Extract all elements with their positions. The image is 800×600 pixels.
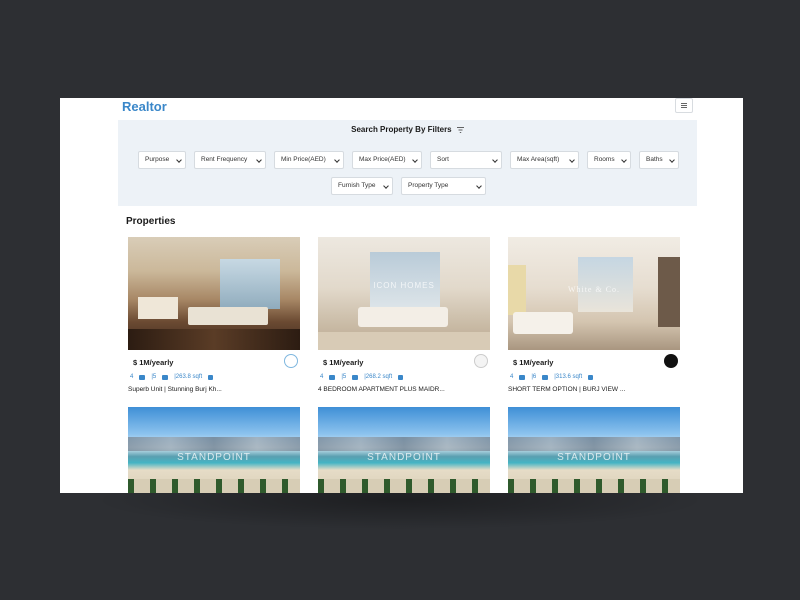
max-area-select[interactable]: Max Area(sqft) bbox=[510, 151, 579, 169]
rooms-label: Rooms bbox=[594, 156, 615, 163]
area-value: |263.8 sqft bbox=[174, 374, 203, 380]
rooms-count: 4 bbox=[130, 374, 134, 380]
property-photo[interactable] bbox=[128, 237, 300, 350]
rent-frequency-select[interactable]: Rent Frequency bbox=[194, 151, 266, 169]
purpose-label: Purpose bbox=[145, 156, 170, 163]
chevron-down-icon bbox=[669, 157, 675, 163]
app-window: Realtor Search Property By Filters Purpo… bbox=[60, 98, 743, 493]
property-photo[interactable]: STANDPOINT bbox=[318, 407, 490, 493]
max-price-select[interactable]: Max Price(AED) bbox=[352, 151, 422, 169]
bed-icon bbox=[519, 374, 526, 380]
rooms-count: 4 bbox=[510, 374, 514, 380]
area-value: |268.2 sqft bbox=[364, 374, 393, 380]
photo-watermark: STANDPOINT bbox=[177, 452, 251, 463]
property-card[interactable]: White & Co. $ 1M/yearly 4 |6 |313.6 sqft… bbox=[508, 237, 680, 402]
chevron-down-icon bbox=[476, 183, 482, 189]
photo-watermark: ICON HOMES bbox=[373, 281, 435, 290]
furnish-type-select[interactable]: Furnish Type bbox=[331, 177, 393, 195]
baths-select[interactable]: Baths bbox=[639, 151, 679, 169]
property-photo[interactable]: STANDPOINT bbox=[508, 407, 680, 493]
property-meta: 4 |5 |263.8 sqft bbox=[130, 374, 214, 380]
brand-logo[interactable]: Realtor bbox=[122, 99, 167, 114]
property-type-label: Property Type bbox=[408, 182, 449, 189]
sort-label: Sort bbox=[437, 156, 449, 163]
property-price: $ 1M/yearly bbox=[133, 358, 174, 367]
bath-icon bbox=[542, 374, 549, 380]
chevron-down-icon bbox=[492, 157, 498, 163]
grid-icon bbox=[588, 374, 594, 380]
property-title[interactable]: SHORT TERM OPTION | BURJ VIEW ... bbox=[508, 386, 625, 393]
bath-icon bbox=[352, 374, 359, 380]
purpose-select[interactable]: Purpose bbox=[138, 151, 186, 169]
min-price-select[interactable]: Min Price(AED) bbox=[274, 151, 344, 169]
property-card[interactable]: STANDPOINT bbox=[318, 407, 490, 493]
grid-icon bbox=[398, 374, 404, 380]
chevron-down-icon bbox=[412, 157, 418, 163]
filter-title-label: Search Property By Filters bbox=[351, 125, 452, 134]
bath-icon bbox=[162, 374, 169, 380]
agency-logo bbox=[664, 354, 678, 368]
property-card[interactable]: ICON HOMES $ 1M/yearly 4 |5 |268.2 sqft … bbox=[318, 237, 490, 402]
property-price: $ 1M/yearly bbox=[513, 358, 554, 367]
section-title: Properties bbox=[126, 216, 176, 227]
filter-icon bbox=[456, 126, 464, 133]
property-photo[interactable]: STANDPOINT bbox=[128, 407, 300, 493]
max-area-label: Max Area(sqft) bbox=[517, 156, 560, 163]
chevron-down-icon bbox=[256, 157, 262, 163]
max-price-label: Max Price(AED) bbox=[359, 156, 406, 163]
area-value: |313.6 sqft bbox=[554, 374, 583, 380]
chevron-down-icon bbox=[383, 183, 389, 189]
chevron-down-icon bbox=[334, 157, 340, 163]
filter-title[interactable]: Search Property By Filters bbox=[118, 125, 697, 134]
photo-watermark: White & Co. bbox=[567, 285, 621, 294]
furnish-type-label: Furnish Type bbox=[338, 182, 376, 189]
property-card[interactable]: $ 1M/yearly 4 |5 |263.8 sqft Superb Unit… bbox=[128, 237, 300, 402]
baths-count: |6 bbox=[531, 374, 537, 380]
bed-icon bbox=[329, 374, 336, 380]
rooms-count: 4 bbox=[320, 374, 324, 380]
baths-label: Baths bbox=[646, 156, 663, 163]
rent-frequency-label: Rent Frequency bbox=[201, 156, 248, 163]
menu-button[interactable] bbox=[675, 98, 693, 113]
menu-icon bbox=[681, 103, 687, 108]
baths-count: |5 bbox=[151, 374, 157, 380]
agency-logo bbox=[284, 354, 298, 368]
property-photo[interactable]: White & Co. bbox=[508, 237, 680, 350]
bed-icon bbox=[139, 374, 146, 380]
chevron-down-icon bbox=[569, 157, 575, 163]
chevron-down-icon bbox=[621, 157, 627, 163]
property-title[interactable]: 4 BEDROOM APARTMENT PLUS MAIDR... bbox=[318, 386, 445, 393]
property-price: $ 1M/yearly bbox=[323, 358, 364, 367]
baths-count: |5 bbox=[341, 374, 347, 380]
property-meta: 4 |6 |313.6 sqft bbox=[510, 374, 594, 380]
property-meta: 4 |5 |268.2 sqft bbox=[320, 374, 404, 380]
sort-select[interactable]: Sort bbox=[430, 151, 502, 169]
photo-watermark: STANDPOINT bbox=[557, 452, 631, 463]
grid-icon bbox=[208, 374, 214, 380]
property-card[interactable]: STANDPOINT bbox=[508, 407, 680, 493]
rooms-select[interactable]: Rooms bbox=[587, 151, 631, 169]
property-title[interactable]: Superb Unit | Stunning Burj Kh... bbox=[128, 386, 222, 393]
agency-logo bbox=[474, 354, 488, 368]
property-type-select[interactable]: Property Type bbox=[401, 177, 486, 195]
min-price-label: Min Price(AED) bbox=[281, 156, 326, 163]
photo-watermark: STANDPOINT bbox=[367, 452, 441, 463]
chevron-down-icon bbox=[176, 157, 182, 163]
property-photo[interactable]: ICON HOMES bbox=[318, 237, 490, 350]
property-card[interactable]: STANDPOINT bbox=[128, 407, 300, 493]
filter-panel: Search Property By Filters Purpose Rent … bbox=[118, 120, 697, 206]
